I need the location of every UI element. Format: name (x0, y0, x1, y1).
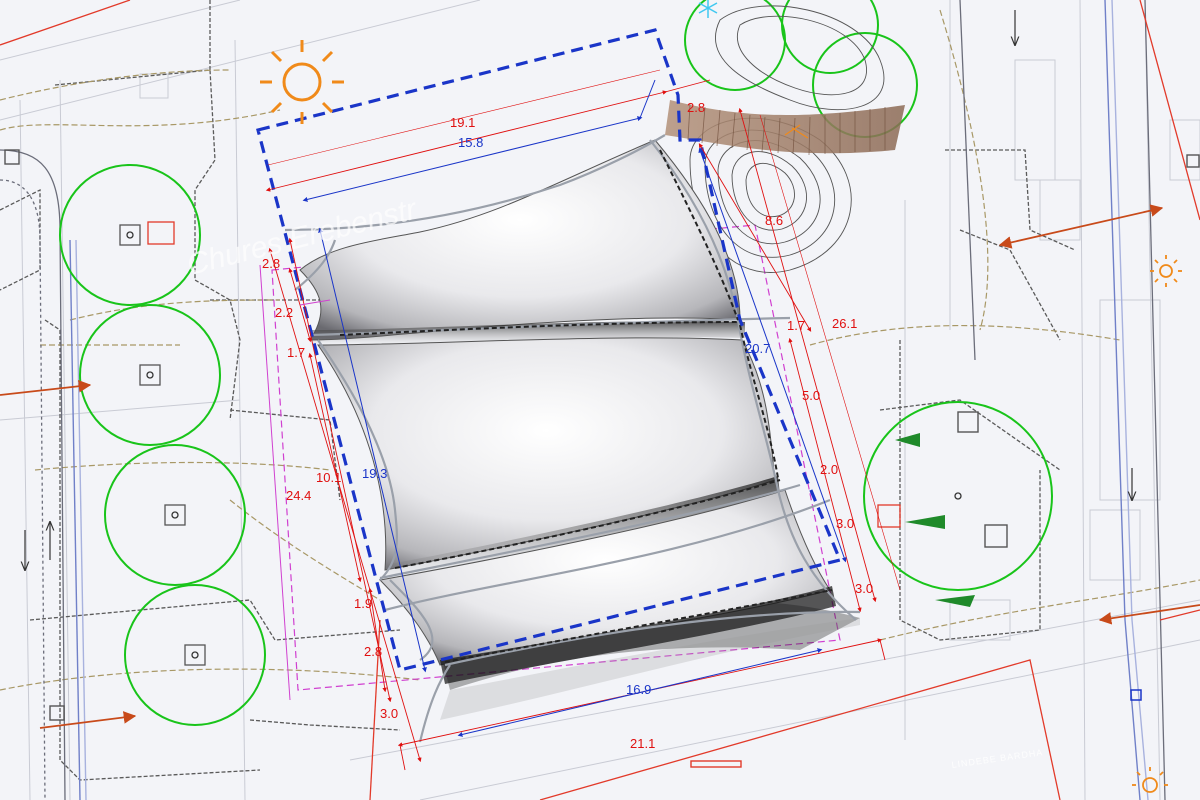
dim-label: 20.7 (745, 341, 770, 356)
tree-icon (104, 444, 246, 586)
dim-label: 2.0 (820, 462, 838, 477)
site-plan: Chures Erebenstr LINDEBE BARDHA 19.1 15.… (0, 0, 1200, 800)
dim-label: 3.0 (855, 581, 873, 596)
credit-text: LINDEBE BARDHA (951, 747, 1044, 770)
dim-label: 16.9 (626, 682, 651, 697)
sun-icon (260, 40, 344, 124)
dim-label: 3.0 (380, 706, 398, 721)
dim-label: 10.1 (316, 470, 341, 485)
dim-label: 24.4 (286, 488, 311, 503)
dim-label: 19.3 (362, 466, 387, 481)
tree-icon (59, 164, 201, 306)
dim-label: 1.9 (354, 596, 372, 611)
dim-label: 2.2 (275, 305, 293, 320)
sun-icon (1150, 255, 1182, 287)
dim-label: 8.6 (765, 213, 783, 228)
dim-label: 19.1 (450, 115, 475, 130)
dim-label: 1.7 (787, 318, 805, 333)
dim-label: 21.1 (630, 736, 655, 751)
dim-label: 26.1 (832, 316, 857, 331)
dim-label: 5.0 (802, 388, 820, 403)
dim-label: 3.0 (836, 516, 854, 531)
tree-icon (79, 304, 221, 446)
tree-icon (124, 584, 266, 726)
dim-label: 2.8 (687, 100, 705, 115)
dim-label: 15.8 (458, 135, 483, 150)
dim-label: 2.8 (262, 256, 280, 271)
plan-marker (690, 760, 742, 768)
dim-label: 2.8 (364, 644, 382, 659)
dim-label: 1.7 (287, 345, 305, 360)
